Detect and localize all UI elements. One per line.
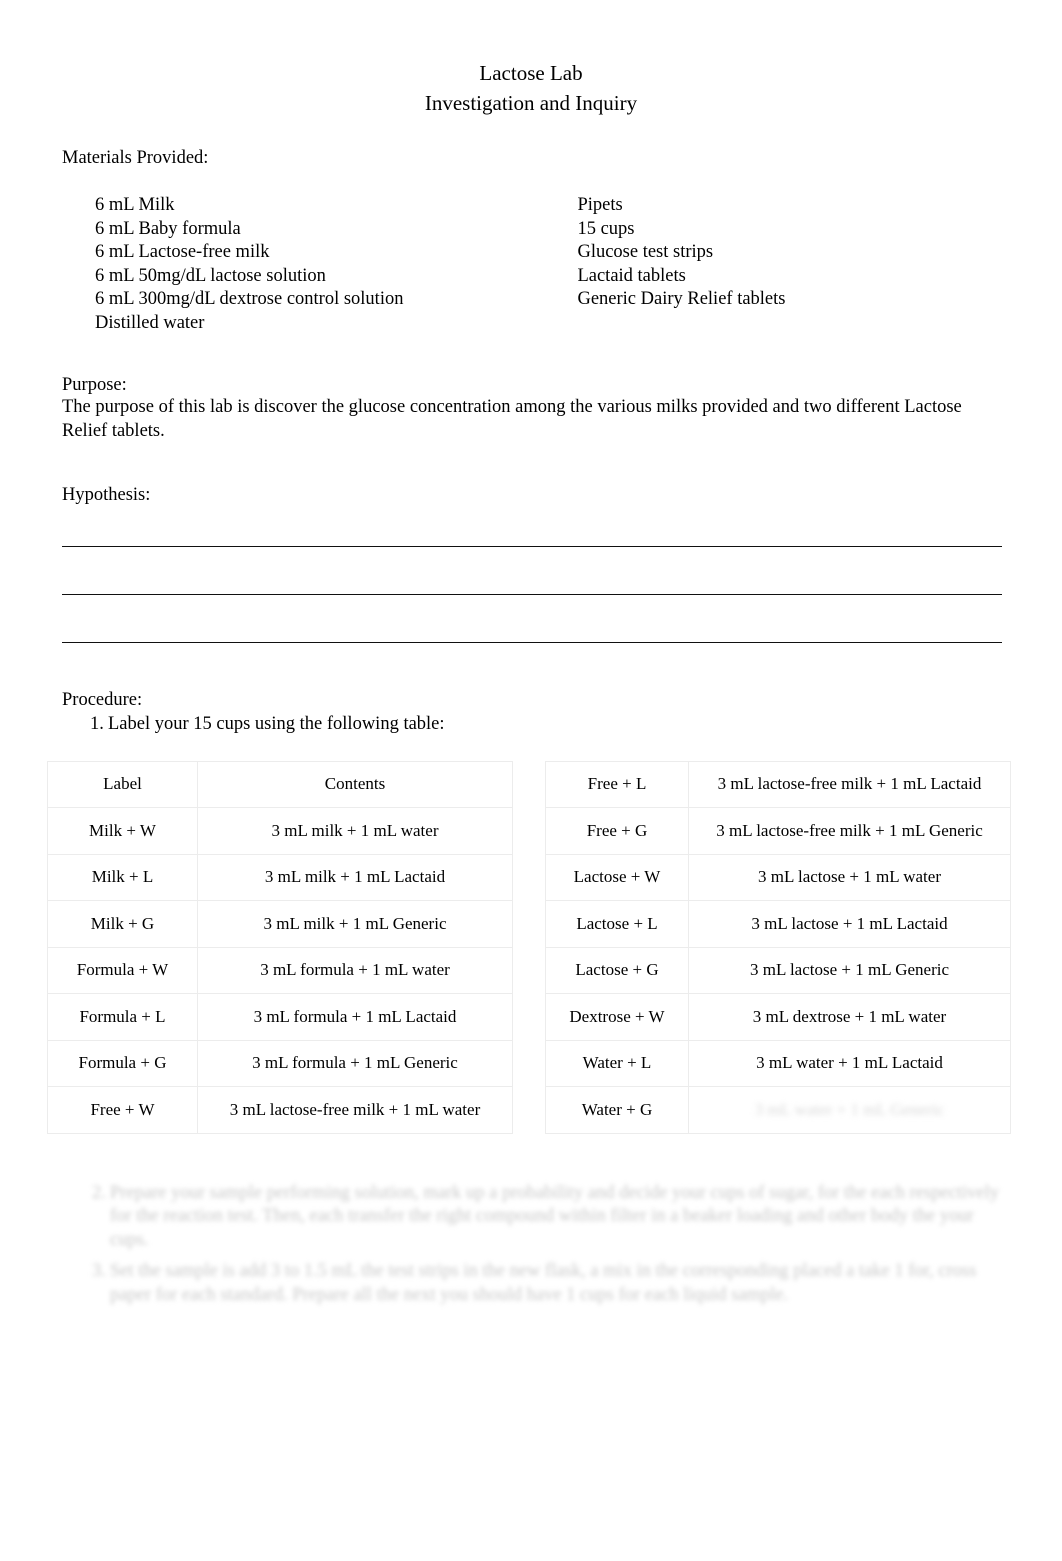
cups-table-right: Free + L 3 mL lactose-free milk + 1 mL L… bbox=[545, 760, 1011, 1134]
procedure-step-text: Set the sample is add 3 to 1.5 mL the te… bbox=[110, 1261, 977, 1305]
title-line-2: Investigation and Inquiry bbox=[424, 91, 638, 115]
hypothesis-blank-line[interactable] bbox=[62, 642, 1002, 643]
cell-label: Lactose + L bbox=[545, 900, 689, 948]
document-page: Lactose Lab Investigation and Inquiry Ma… bbox=[0, 0, 1062, 1561]
procedure-step-number: 3. bbox=[92, 1261, 106, 1281]
cell-contents: 3 mL lactose-free milk + 1 mL water bbox=[197, 1086, 513, 1134]
procedure-step-text: Prepare your sample performing solution,… bbox=[110, 1182, 1000, 1250]
cell-contents: 3 mL formula + 1 mL water bbox=[197, 946, 513, 994]
procedure-step-number: 1. bbox=[90, 714, 104, 734]
cell-label: Milk + G bbox=[47, 900, 198, 948]
purpose-section: Purpose: The purpose of this lab is disc… bbox=[62, 375, 1002, 443]
material-item: Pipets bbox=[577, 195, 623, 215]
cell-contents: 3 mL water + 1 mL Lactaid bbox=[688, 1039, 1011, 1087]
material-item: Generic Dairy Relief tablets bbox=[577, 289, 786, 309]
cell-label: Formula + W bbox=[47, 946, 198, 994]
procedure-section: Procedure: 1. Label your 15 cups using t… bbox=[62, 690, 1002, 737]
cell-contents: 3 mL formula + 1 mL Generic bbox=[197, 1039, 513, 1087]
purpose-text: The purpose of this lab is discover the … bbox=[62, 397, 962, 441]
cell-label: Free + W bbox=[47, 1086, 198, 1134]
procedure-step-faded: 2. Prepare your sample performing soluti… bbox=[62, 1182, 1007, 1253]
hypothesis-blank-line[interactable] bbox=[62, 594, 1002, 595]
purpose-heading: Purpose: bbox=[62, 375, 127, 395]
material-item: Lactaid tablets bbox=[577, 265, 686, 286]
cell-contents: 3 mL milk + 1 mL Lactaid bbox=[197, 853, 513, 901]
material-item: 15 cups bbox=[577, 218, 635, 239]
cell-label: Lactose + G bbox=[545, 946, 689, 994]
cell-contents: 3 mL formula + 1 mL Lactaid bbox=[197, 993, 513, 1041]
cell-label: Free + L bbox=[545, 760, 689, 808]
column-header-label: Label bbox=[47, 760, 198, 808]
cell-contents: 3 mL dextrose + 1 mL water bbox=[688, 993, 1011, 1041]
cups-table-left: Label Contents Milk + W 3 mL milk + 1 mL… bbox=[47, 760, 513, 1134]
cell-contents: 3 mL milk + 1 mL water bbox=[197, 807, 513, 855]
cell-contents: 3 mL lactose + 1 mL Generic bbox=[688, 946, 1011, 994]
cell-contents: 3 mL lactose + 1 mL water bbox=[688, 853, 1011, 901]
procedure-step: 1. Label your 15 cups using the followin… bbox=[62, 713, 1002, 737]
hypothesis-section: Hypothesis: bbox=[62, 485, 1002, 643]
table-header-row: Label Contents bbox=[47, 760, 513, 808]
table-row: Milk + W 3 mL milk + 1 mL water bbox=[47, 807, 513, 855]
cups-tables: Label Contents Milk + W 3 mL milk + 1 mL… bbox=[47, 760, 1062, 1134]
cell-contents: 3 mL lactose + 1 mL Lactaid bbox=[688, 900, 1011, 948]
cell-label: Dextrose + W bbox=[545, 993, 689, 1041]
hypothesis-answer-area bbox=[62, 546, 1002, 643]
procedure-step-list: 1. Label your 15 cups using the followin… bbox=[62, 713, 1002, 737]
cell-label: Formula + L bbox=[47, 993, 198, 1041]
table-row: Free + L 3 mL lactose-free milk + 1 mL L… bbox=[545, 760, 1011, 808]
table-row: Dextrose + W 3 mL dextrose + 1 mL water bbox=[545, 993, 1011, 1041]
cell-label: Water + G bbox=[545, 1086, 689, 1134]
material-item: Distilled water bbox=[95, 312, 205, 333]
cell-contents: 3 mL milk + 1 mL Generic bbox=[197, 900, 513, 948]
table-row: Lactose + W 3 mL lactose + 1 mL water bbox=[545, 853, 1011, 901]
cell-contents: 3 mL lactose-free milk + 1 mL Generic bbox=[688, 807, 1011, 855]
material-item: Glucose test strips bbox=[577, 242, 714, 262]
table-row: Water + L 3 mL water + 1 mL Lactaid bbox=[545, 1039, 1011, 1087]
procedure-step-faded: 3. Set the sample is add 3 to 1.5 mL the… bbox=[62, 1260, 1007, 1307]
procedure-step-number: 2. bbox=[92, 1182, 106, 1203]
cell-label: Formula + G bbox=[47, 1039, 198, 1087]
faded-procedure-steps: 2. Prepare your sample performing soluti… bbox=[62, 1182, 1007, 1308]
materials-section: Materials Provided: 6 mL Milk 6 mL Baby … bbox=[62, 148, 1002, 335]
table-row: Formula + L 3 mL formula + 1 mL Lactaid bbox=[47, 993, 513, 1041]
table-row: Formula + G 3 mL formula + 1 mL Generic bbox=[47, 1039, 513, 1087]
cell-label: Milk + W bbox=[47, 807, 198, 855]
procedure-heading: Procedure: bbox=[62, 690, 143, 710]
cell-label: Free + G bbox=[545, 807, 689, 855]
table-row: Lactose + G 3 mL lactose + 1 mL Generic bbox=[545, 946, 1011, 994]
material-item: 6 mL 300mg/dL dextrose control solution bbox=[95, 289, 404, 309]
table-row: Milk + L 3 mL milk + 1 mL Lactaid bbox=[47, 853, 513, 901]
hypothesis-heading: Hypothesis: bbox=[62, 485, 151, 505]
column-header-contents: Contents bbox=[197, 760, 513, 808]
table-row: Free + W 3 mL lactose-free milk + 1 mL w… bbox=[47, 1086, 513, 1134]
hypothesis-blank-line[interactable] bbox=[62, 546, 1002, 547]
cell-label: Lactose + W bbox=[545, 853, 689, 901]
materials-right-column: Pipets 15 cups Glucose test strips Lacta… bbox=[577, 194, 1002, 335]
material-item: 6 mL Baby formula bbox=[95, 218, 241, 239]
table-row: Formula + W 3 mL formula + 1 mL water bbox=[47, 946, 513, 994]
cell-contents: 3 mL water + 1 mL Generic bbox=[688, 1086, 1011, 1134]
table-row: Milk + G 3 mL milk + 1 mL Generic bbox=[47, 900, 513, 948]
material-item: 6 mL Milk bbox=[95, 195, 175, 215]
table-row: Lactose + L 3 mL lactose + 1 mL Lactaid bbox=[545, 900, 1011, 948]
materials-columns: 6 mL Milk 6 mL Baby formula 6 mL Lactose… bbox=[95, 194, 1002, 335]
cell-label: Milk + L bbox=[47, 853, 198, 901]
cell-contents: 3 mL lactose-free milk + 1 mL Lactaid bbox=[688, 760, 1011, 808]
material-item: 6 mL Lactose-free milk bbox=[95, 242, 270, 262]
table-row: Free + G 3 mL lactose-free milk + 1 mL G… bbox=[545, 807, 1011, 855]
title-line-1: Lactose Lab bbox=[479, 61, 583, 85]
document-title: Lactose Lab Investigation and Inquiry bbox=[0, 0, 1062, 118]
materials-heading: Materials Provided: bbox=[62, 148, 209, 168]
procedure-step-text: Label your 15 cups using the following t… bbox=[108, 714, 445, 734]
table-row: Water + G 3 mL water + 1 mL Generic bbox=[545, 1086, 1011, 1134]
cell-label: Water + L bbox=[545, 1039, 689, 1087]
materials-left-column: 6 mL Milk 6 mL Baby formula 6 mL Lactose… bbox=[95, 194, 577, 335]
material-item: 6 mL 50mg/dL lactose solution bbox=[95, 265, 326, 286]
